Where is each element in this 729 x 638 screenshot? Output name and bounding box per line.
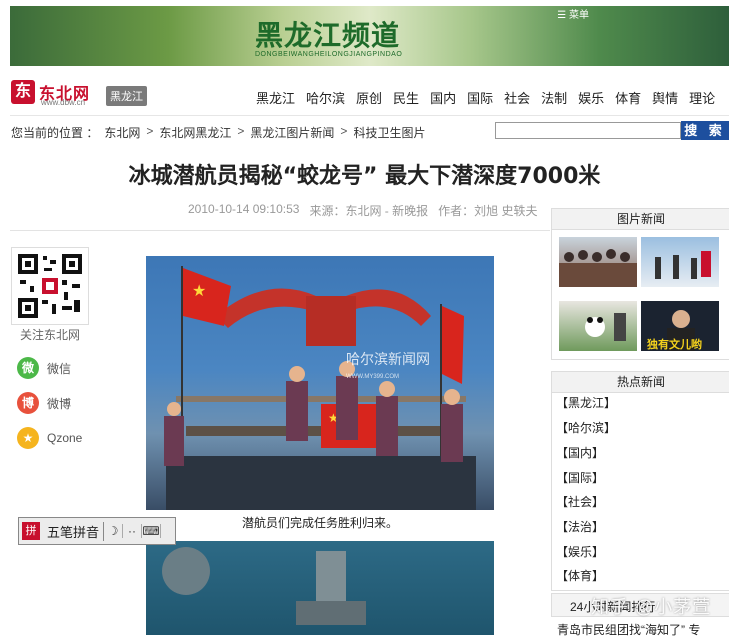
hot-news-item[interactable]: 【黑龙江】	[556, 394, 728, 411]
ime-logo-icon: 拼	[22, 522, 40, 540]
hot-news-title: 热点新闻	[552, 372, 729, 393]
ime-toolbar[interactable]: 拼 五笔拼音 ☽ ·· ⌨	[18, 517, 176, 545]
hot-news-item[interactable]: 【法治】	[556, 518, 728, 535]
divider	[10, 115, 729, 116]
hot-news-category[interactable]: 【法治】	[556, 520, 604, 534]
article-datetime: 2010-10-14 09:10:53	[188, 202, 300, 216]
banner-subtitle: DONGBEIWANGHEILONGJIANGPINDAO	[255, 51, 403, 58]
banner-title: 黑龙江频道	[255, 19, 401, 52]
speaker-thumbnail: 独有文儿哟	[646, 310, 702, 351]
article-meta: 2010-10-14 09:10:53 来源：东北网 - 新晚报 作者：刘旭 史…	[188, 202, 537, 219]
channel-banner: 黑龙江频道 DONGBEIWANGHEILONGJIANGPINDAO ☰ 菜单	[10, 6, 729, 66]
breadcrumb-link[interactable]: 东北网	[104, 124, 140, 141]
nav-item[interactable]: 国内	[430, 88, 456, 107]
site-logo-icon[interactable]: 东	[11, 80, 35, 104]
hot-news-item[interactable]: 【体育】	[556, 567, 728, 584]
search-input[interactable]	[495, 122, 681, 139]
menu-icon: ☰	[557, 10, 567, 21]
photo-news-title: 图片新闻	[552, 209, 729, 230]
nav-item[interactable]: 社会	[504, 88, 530, 107]
nav-item[interactable]: 娱乐	[578, 88, 604, 107]
ime-mode-label[interactable]: 五笔拼音	[43, 521, 105, 541]
hot-news-item[interactable]: 【国际】	[556, 469, 728, 486]
breadcrumb-link[interactable]: 东北网黑龙江	[159, 124, 231, 141]
share-wechat[interactable]: 微 微信	[17, 357, 71, 379]
photo-watermark-url: WWW.MY399.COM	[346, 374, 399, 380]
divider	[10, 230, 550, 231]
article-author: 作者：刘旭 史轶夫	[438, 204, 538, 218]
site-url: www.dbw.cn	[41, 98, 86, 107]
share-label: Qzone	[47, 431, 83, 445]
qr-label: 关注东北网	[19, 328, 80, 342]
article-source: 来源：东北网 - 新晚报	[309, 204, 429, 218]
svg-text:★: ★	[192, 283, 206, 300]
photo-news-thumb[interactable]: 独有文儿哟	[641, 301, 719, 351]
qr-code	[11, 247, 89, 325]
photo-watermark: 哈尔滨新闻网	[346, 351, 430, 367]
keyboard-icon[interactable]: ⌨	[142, 524, 162, 538]
hot-news-panel: 热点新闻 【黑龙江】 【哈尔滨】 【国内】 【国际】 【社会】 【法治】 【娱乐…	[551, 371, 729, 591]
channel-tag[interactable]: 黑龙江	[106, 86, 147, 106]
share-label: 微信	[47, 361, 72, 376]
nav-item[interactable]: 哈尔滨	[306, 88, 345, 107]
street-thumbnail	[655, 251, 711, 279]
hot-news-category[interactable]: 【哈尔滨】	[556, 421, 616, 435]
hot-news-item[interactable]: 【社会】	[556, 493, 728, 510]
share-qzone[interactable]: ★ Qzone	[17, 427, 82, 449]
nav-item[interactable]: 法制	[541, 88, 567, 107]
hot-news-item[interactable]: 【娱乐】	[556, 543, 728, 560]
photo-news-thumb[interactable]	[559, 301, 637, 351]
breadcrumb-separator: >	[237, 124, 245, 138]
weibo-icon: 博	[17, 392, 39, 414]
breadcrumb-prefix: 您当前的位置 ：	[11, 126, 99, 140]
punctuation-icon[interactable]: ··	[123, 524, 143, 538]
photo-news-thumb[interactable]	[641, 237, 719, 287]
article-photo: ★ ★ 哈尔滨新闻网 WWW.MY399.COM	[146, 256, 494, 510]
hot-news-category[interactable]: 【国内】	[556, 446, 604, 460]
source-watermark: 知乎 @小茅萱	[591, 597, 712, 617]
hot-news-item[interactable]: 【国内】	[556, 444, 728, 461]
wechat-icon: 微	[17, 357, 39, 379]
photo-caption: 潜航员们完成任务胜利归来。	[241, 516, 398, 530]
nav-item[interactable]: 黑龙江	[256, 88, 295, 107]
hot-news-item[interactable]: 【哈尔滨】	[556, 419, 728, 436]
hot-news-category[interactable]: 【社会】	[556, 495, 604, 509]
banner-menu[interactable]: ☰ 菜单	[557, 6, 589, 21]
nav-item[interactable]: 理论	[689, 88, 715, 107]
crowd-thumbnail	[559, 249, 637, 287]
article-photo-2	[146, 541, 494, 635]
ranking-item[interactable]: 青岛市民组团找“海知了” 专	[557, 621, 700, 638]
article-title: 冰城潜航员揭秘“蛟龙号” 最大下潜深度7000米	[128, 164, 601, 189]
hot-news-category[interactable]: 【娱乐】	[556, 545, 604, 559]
qr-code-image	[12, 248, 88, 324]
photo-news-panel: 图片新闻 独有文儿哟	[551, 208, 729, 360]
qzone-icon: ★	[17, 427, 39, 449]
nav-item[interactable]: 国际	[467, 88, 493, 107]
hot-news-category[interactable]: 【体育】	[556, 569, 604, 583]
nav-item[interactable]: 体育	[615, 88, 641, 107]
nav-item[interactable]: 舆情	[652, 88, 678, 107]
share-weibo[interactable]: 博 微博	[17, 392, 71, 414]
underwater-illustration	[162, 547, 366, 625]
menu-label: 菜单	[569, 10, 589, 21]
hot-news-category[interactable]: 【国际】	[556, 471, 604, 485]
breadcrumb-link[interactable]: 科技卫生图片	[353, 124, 425, 141]
panda-thumbnail	[585, 313, 626, 341]
breadcrumb-separator: >	[146, 124, 154, 138]
breadcrumb: 您当前的位置 ： 东北网 > 东北网黑龙江 > 黑龙江图片新闻 > 科技卫生图片	[11, 124, 425, 141]
thumb-caption: 独有文儿哟	[646, 337, 702, 351]
breadcrumb-separator: >	[340, 124, 348, 138]
breadcrumb-link[interactable]: 黑龙江图片新闻	[250, 124, 334, 141]
photo-news-thumb[interactable]	[559, 237, 637, 287]
nav-item[interactable]: 原创	[356, 88, 382, 107]
submarine-crew-illustration: ★ ★ 哈尔滨新闻网 WWW.MY399.COM	[164, 266, 476, 510]
search-button[interactable]: 搜 索	[681, 121, 729, 140]
top-nav: 黑龙江 哈尔滨 原创 民生 国内 国际 社会 法制 娱乐 体育 舆情 理论	[256, 88, 715, 107]
share-label: 微博	[47, 396, 72, 411]
hot-news-category[interactable]: 【黑龙江】	[556, 396, 616, 410]
nav-item[interactable]: 民生	[393, 88, 419, 107]
moon-icon[interactable]: ☽	[104, 524, 124, 538]
